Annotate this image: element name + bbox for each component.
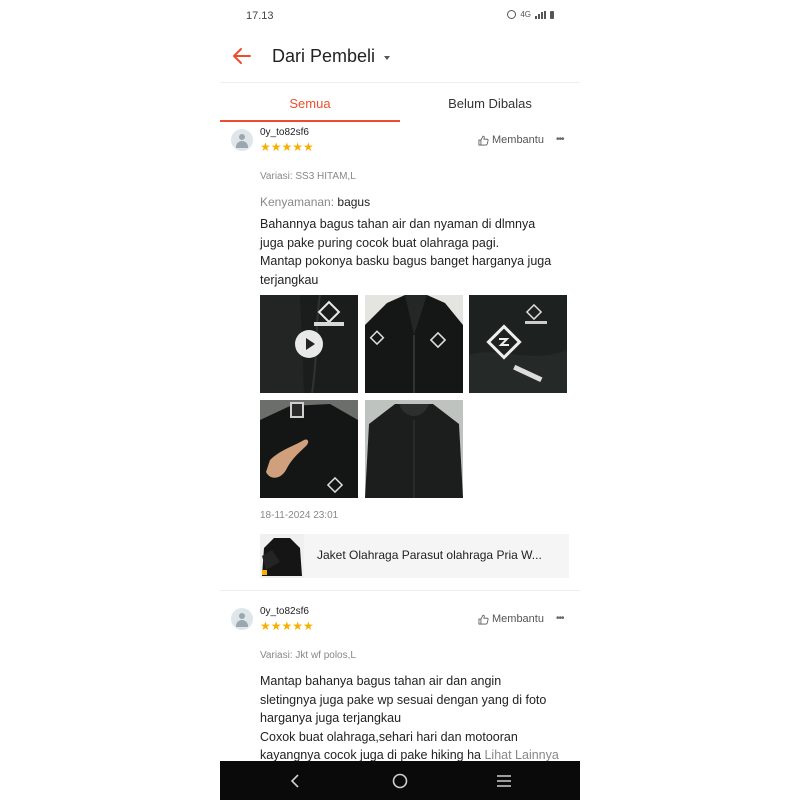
review-variant: Variasi: Jkt wf polos,L [260, 650, 356, 661]
review-divider [220, 590, 580, 591]
status-time: 17.13 [246, 10, 274, 22]
helpful-button[interactable]: Membantu [478, 613, 544, 625]
nav-home-icon[interactable] [390, 771, 410, 791]
battery-icon [550, 10, 554, 19]
nav-back-icon[interactable] [286, 771, 306, 791]
jacket-photo [469, 295, 567, 393]
product-card[interactable]: Jaket Olahraga Parasut olahraga Pria W..… [260, 534, 569, 578]
review-variant: Variasi: SS3 HITAM,L [260, 171, 356, 182]
star-rating: ★★★★★ [260, 140, 314, 154]
jacket-photo [260, 400, 358, 498]
review-line: kayangnya cocok juga di pake hiking ha [260, 748, 481, 762]
review-photo[interactable] [260, 400, 358, 498]
review-line: Mantap bahanya bagus tahan air dan angin [260, 674, 502, 688]
helpful-label: Membantu [492, 613, 544, 625]
product-name: Jaket Olahraga Parasut olahraga Pria W..… [317, 548, 542, 562]
review-date: 18-11-2024 23:01 [260, 510, 339, 521]
avatar[interactable] [231, 129, 253, 151]
see-more-link[interactable]: Lihat Lainnya [484, 748, 558, 762]
network-label: 4G [520, 10, 531, 19]
jacket-photo [365, 400, 463, 498]
review-text: Bahannya bagus tahan air dan nyaman di d… [260, 215, 570, 289]
review-photo[interactable] [365, 400, 463, 498]
page-title: Dari Pembeli [272, 46, 376, 66]
review-line: juga pake puring cocok buat olahraga pag… [260, 235, 500, 250]
helpful-button[interactable]: Membantu [478, 134, 544, 146]
thumbs-up-icon [478, 135, 489, 145]
review-line: sletingnya juga pake wp sesuai dengan ya… [260, 692, 547, 707]
nav-recent-apps-icon[interactable] [494, 771, 514, 791]
review-username: 0y_to82sf6 [260, 127, 309, 138]
thumbs-up-icon [478, 614, 489, 624]
review-line: Coxok buat olahraga,sehari hari dan moto… [260, 729, 518, 744]
comfort-value: bagus [337, 195, 371, 209]
review-line: Bahannya bagus tahan air dan nyaman di d… [260, 217, 536, 231]
signal-icon [535, 10, 546, 19]
review-line: harganya juga terjangkau [260, 711, 402, 725]
review-line: Mantap pokonya basku bagus banget hargan… [260, 254, 552, 268]
tab-semua[interactable]: Semua [220, 86, 400, 122]
caret-down-icon [384, 55, 391, 60]
alarm-icon [507, 10, 517, 19]
jacket-photo [365, 295, 463, 393]
product-thumbnail [260, 534, 304, 578]
review-video-thumbnail[interactable] [260, 295, 358, 393]
title-dropdown[interactable]: Dari Pembeli [272, 46, 391, 67]
tab-bar: Semua Belum Dibalas [220, 86, 580, 122]
comfort-label: Kenyamanan: [260, 195, 335, 209]
review-photo[interactable] [469, 295, 567, 393]
jacket-image [260, 534, 304, 578]
review-username: 0y_to82sf6 [260, 606, 309, 617]
status-bar: 17.13 4G [220, 0, 580, 32]
more-options-icon[interactable]: ••• [556, 134, 564, 145]
review-photo[interactable] [365, 295, 463, 393]
app-header: Dari Pembeli [220, 32, 580, 83]
review-line: terjangkau [260, 272, 319, 287]
phone-screen: 17.13 4G Dari Pembeli Semua Belum Dibala… [220, 0, 580, 800]
more-options-icon[interactable]: ••• [556, 613, 564, 624]
system-navigation-bar [220, 761, 580, 800]
status-icons: 4G [507, 10, 554, 19]
review-text: Mantap bahanya bagus tahan air dan angin… [260, 672, 570, 765]
play-icon[interactable] [295, 330, 323, 358]
review-comfort: Kenyamanan: bagus [260, 195, 370, 209]
avatar[interactable] [231, 608, 253, 630]
helpful-label: Membantu [492, 134, 544, 146]
tab-belum-dibalas[interactable]: Belum Dibalas [400, 86, 580, 122]
arrow-left-icon[interactable] [230, 44, 254, 68]
star-rating: ★★★★★ [260, 619, 314, 633]
